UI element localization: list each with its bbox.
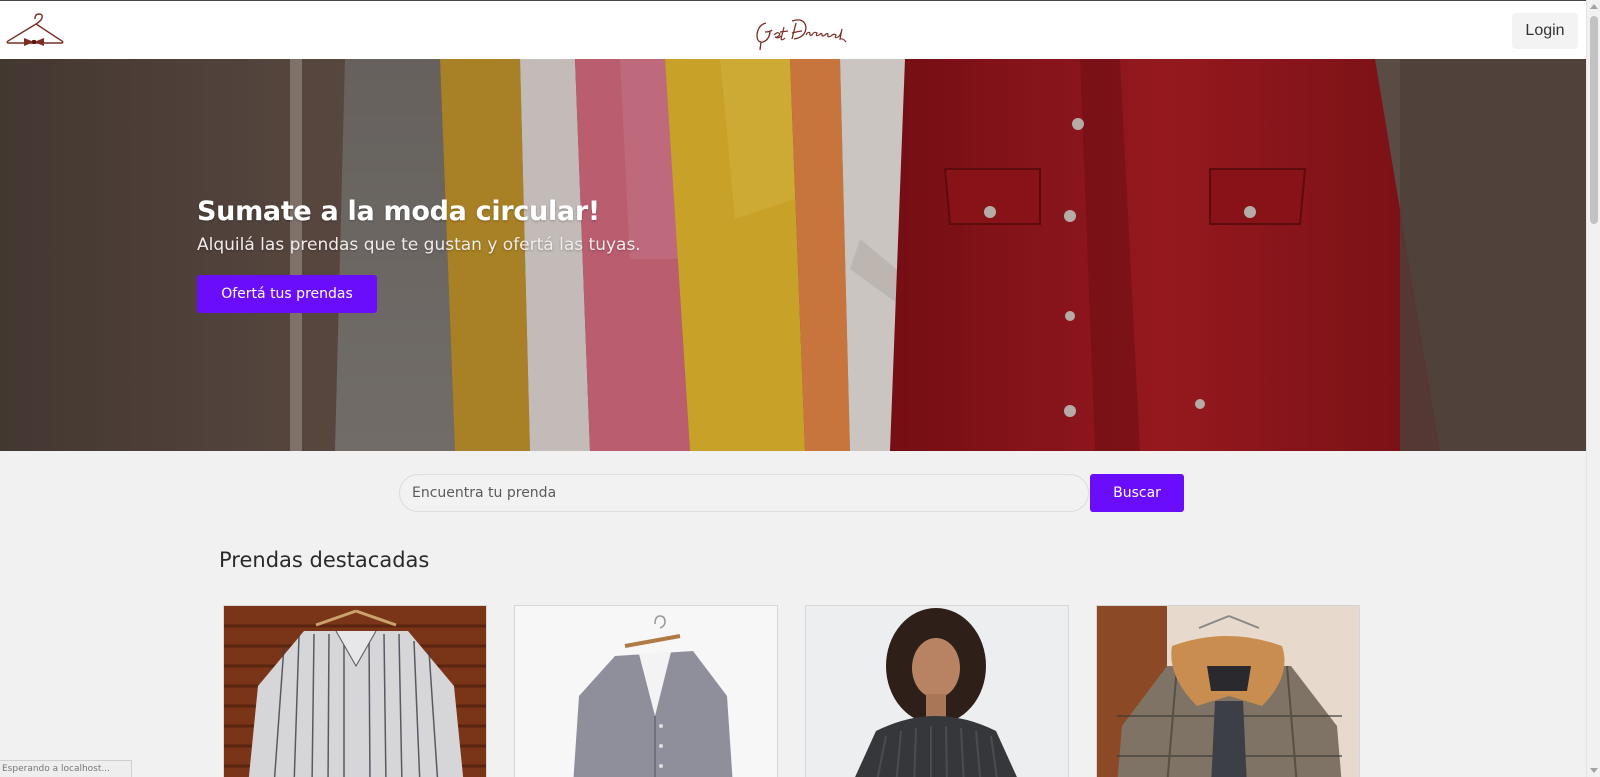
brand-logo[interactable] (752, 13, 848, 51)
scrollbar-thumb[interactable] (1590, 16, 1598, 224)
featured-item-card[interactable] (1096, 605, 1360, 777)
striped-shirt-photo (224, 606, 486, 777)
featured-section-title: Prendas destacadas (219, 548, 430, 572)
hero-title: Sumate a la moda circular! (197, 196, 600, 227)
offer-clothes-button[interactable]: Ofertá tus prendas (197, 275, 377, 313)
scroll-up-arrow-icon[interactable] (1590, 4, 1598, 9)
hero-banner: Sumate a la moda circular! Alquilá las p… (0, 59, 1586, 451)
search-button[interactable]: Buscar (1090, 474, 1184, 512)
page: Login Sumate a la moda circular! Alquilá… (0, 0, 1600, 777)
featured-item-card[interactable] (223, 605, 487, 777)
featured-item-card[interactable] (805, 605, 1069, 777)
woman-knit-sweater-photo (806, 606, 1068, 777)
featured-item-card[interactable] (514, 605, 778, 777)
browser-status-bar: Esperando a localhost... (0, 760, 132, 777)
hero-overlay (0, 59, 1586, 451)
navbar: Login (0, 0, 1586, 59)
login-button[interactable]: Login (1512, 13, 1578, 49)
hanger-bowtie-logo-icon[interactable] (6, 11, 64, 51)
hero-subtitle: Alquilá las prendas que te gustan y ofer… (197, 235, 641, 255)
page-scrollbar[interactable] (1586, 0, 1600, 777)
plaid-coat-sherpa-collar-photo (1097, 606, 1359, 777)
scroll-down-arrow-icon[interactable] (1590, 768, 1598, 773)
search-bar: Buscar (399, 474, 1184, 512)
grey-cardigan-photo (515, 606, 777, 777)
search-input[interactable] (399, 474, 1089, 512)
